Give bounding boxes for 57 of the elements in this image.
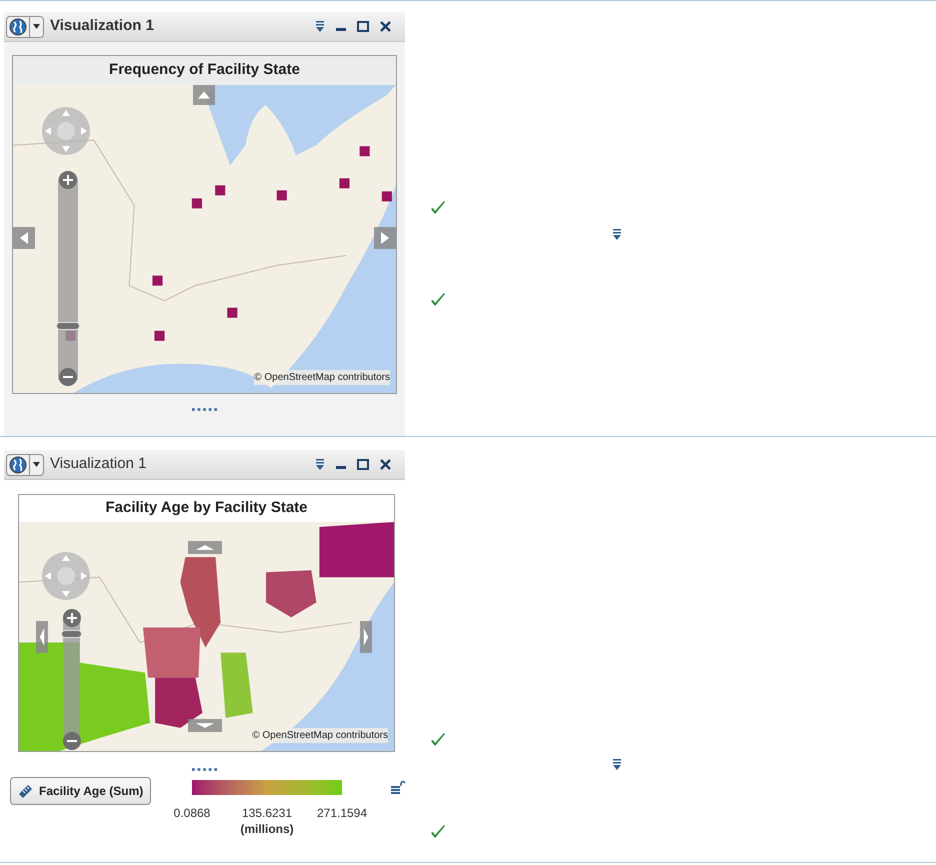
dropdown-caret-icon — [33, 24, 40, 29]
checkmark-icon — [430, 292, 446, 308]
close-icon[interactable] — [380, 21, 391, 32]
zoom-slider[interactable] — [63, 609, 80, 750]
state-region[interactable] — [143, 627, 200, 678]
zoom-in-icon[interactable] — [59, 171, 77, 189]
dropdown-caret-icon — [33, 462, 40, 467]
close-icon[interactable] — [380, 459, 391, 470]
checkmark-icon — [430, 824, 446, 840]
zoom-out-icon[interactable] — [62, 732, 80, 750]
legend-unit-label: (millions) — [240, 822, 294, 836]
measure-button[interactable]: Facility Age (Sum) — [10, 777, 152, 805]
filter-menu-icon[interactable] — [612, 759, 622, 771]
zoom-slider[interactable] — [58, 171, 78, 386]
panel-title: Visualization 1 — [50, 454, 146, 474]
map-attribution: © OpenStreetMap contributors — [254, 370, 390, 385]
map-attribution: © OpenStreetMap contributors — [252, 728, 388, 743]
legend-tick-label: 0.0868 — [174, 805, 210, 822]
zoom-in-icon[interactable] — [62, 609, 80, 627]
filter-menu-icon[interactable] — [612, 229, 622, 241]
resize-grip-icon[interactable] — [192, 768, 218, 771]
panel-title: Visualization 1 — [50, 16, 154, 36]
maximize-icon[interactable] — [357, 21, 369, 32]
state-region[interactable] — [266, 570, 316, 618]
state-region[interactable] — [180, 557, 221, 648]
globe-icon — [9, 18, 27, 36]
legend-tick-label: 135.6231 — [242, 805, 292, 822]
checkmark-icon — [430, 200, 446, 216]
legend-tick-label: 271.1594 — [316, 805, 368, 822]
pan-up-icon[interactable] — [193, 85, 215, 105]
resize-grip-icon[interactable] — [192, 408, 218, 411]
map-marker[interactable] — [215, 185, 226, 196]
pan-left-icon[interactable] — [13, 227, 35, 249]
unlock-icon[interactable] — [391, 780, 406, 795]
map-marker[interactable] — [227, 308, 238, 318]
zoom-thumb[interactable] — [56, 322, 80, 330]
pan-up-icon[interactable] — [188, 541, 222, 554]
filter-menu-icon[interactable] — [315, 458, 325, 470]
ruler-icon — [18, 784, 33, 798]
state-region[interactable] — [155, 678, 202, 728]
checkmark-icon — [430, 732, 446, 748]
chart-title: Facility Age by Facility State — [104, 498, 308, 518]
globe-icon — [9, 456, 27, 474]
chart-title: Frequency of Facility State — [13, 56, 396, 85]
map-marker[interactable] — [152, 276, 163, 286]
zoom-thumb[interactable] — [61, 630, 82, 638]
maximize-icon[interactable] — [357, 459, 369, 470]
zoom-out-icon[interactable] — [59, 368, 77, 386]
pan-down-icon[interactable] — [188, 719, 222, 732]
pan-right-icon[interactable] — [360, 621, 372, 653]
map-type-button[interactable] — [6, 454, 44, 476]
filter-menu-icon[interactable] — [315, 20, 325, 32]
state-region[interactable] — [319, 522, 394, 578]
map-marker[interactable] — [360, 146, 370, 156]
map-type-button[interactable] — [6, 16, 44, 38]
pan-right-icon[interactable] — [374, 227, 396, 249]
pan-left-icon[interactable] — [36, 621, 48, 653]
